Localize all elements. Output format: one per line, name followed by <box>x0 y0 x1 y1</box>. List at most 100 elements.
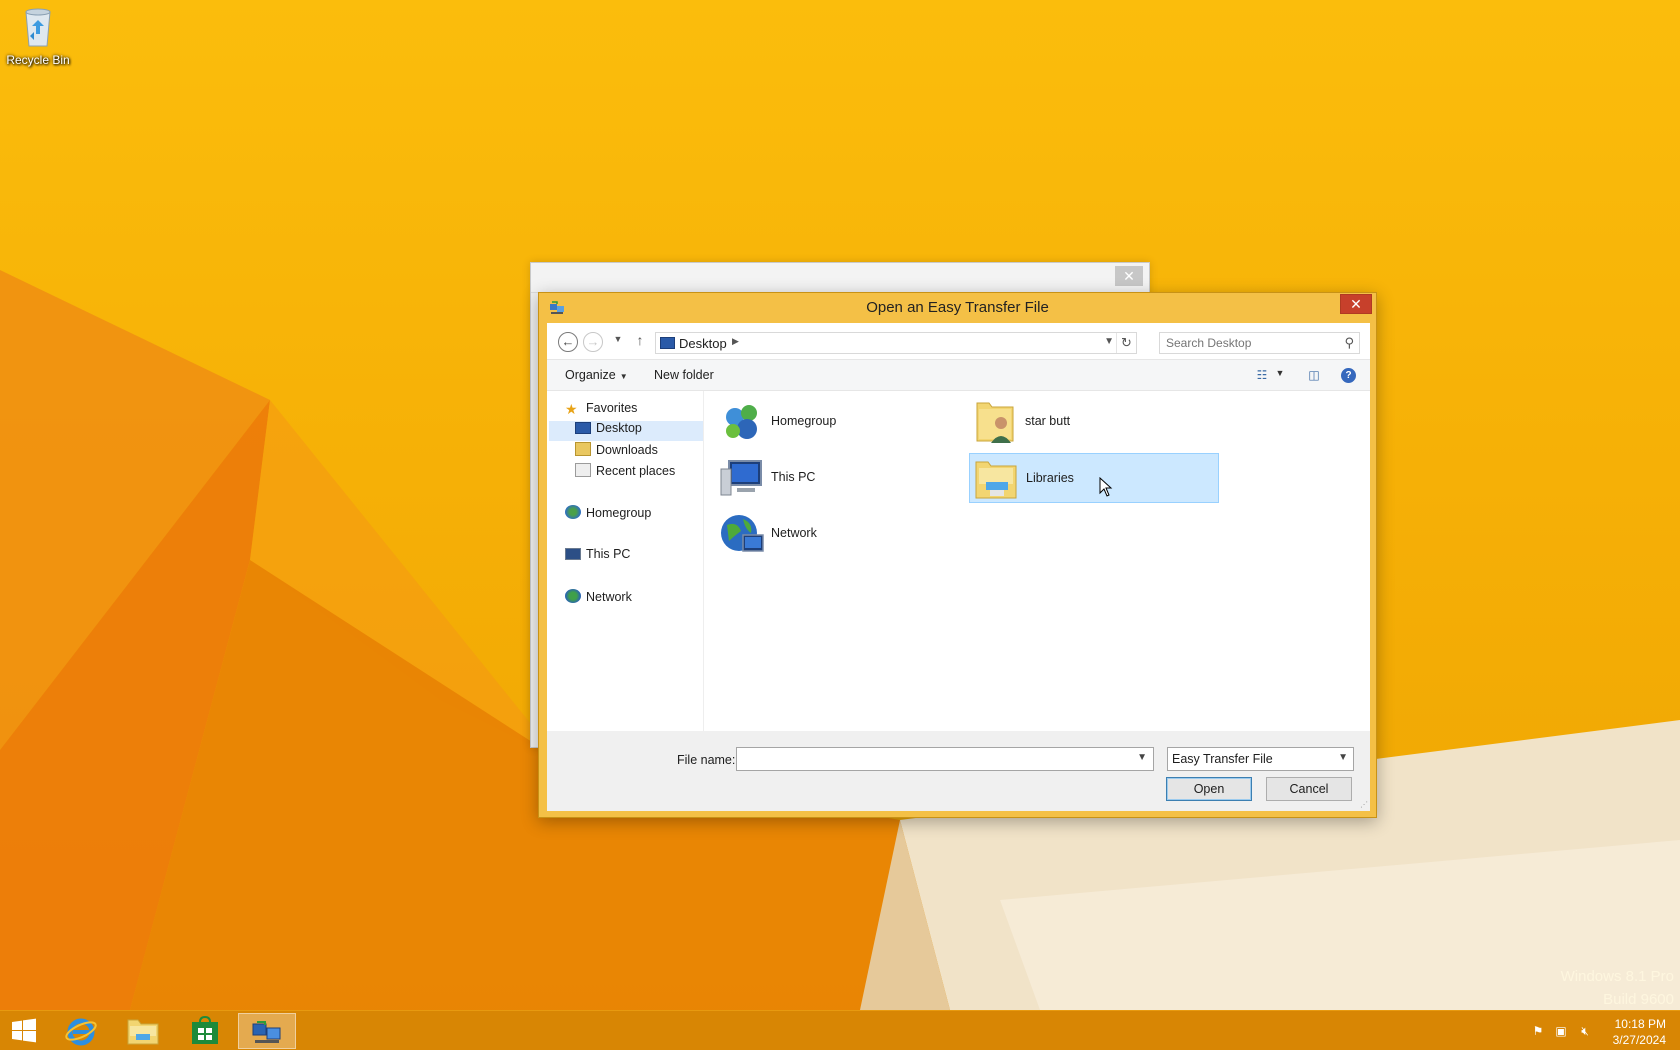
store-bag-icon <box>192 1016 218 1044</box>
up-button[interactable]: ↑ <box>632 332 648 350</box>
file-type-value: Easy Transfer File <box>1172 752 1273 766</box>
view-dropdown-icon[interactable]: ▼ <box>1271 368 1289 384</box>
user-folder-icon <box>976 402 1014 443</box>
volume-muted-icon[interactable]: 🔇︎ <box>1577 1024 1593 1038</box>
desktop-location-icon <box>660 337 675 349</box>
recycle-bin-desktop-icon[interactable]: Recycle Bin <box>4 4 72 67</box>
homegroup-icon <box>565 505 581 519</box>
action-center-flag-icon[interactable]: ⚑ <box>1530 1024 1546 1038</box>
navigation-pane: ★ Favorites Desktop Downloads Recent plac… <box>547 391 704 731</box>
search-box[interactable]: ⚲ <box>1159 332 1360 354</box>
dialog-client-area: ← → ▼ ↑ Desktop ▶ ▼ ↻ ⚲ Organize▼ New fo… <box>547 323 1370 811</box>
file-type-select[interactable]: Easy Transfer File ▼ <box>1167 747 1354 771</box>
address-row: ← → ▼ ↑ Desktop ▶ ▼ ↻ ⚲ <box>547 323 1370 359</box>
search-input[interactable] <box>1166 334 1336 352</box>
dialog-title: Open an Easy Transfer File <box>866 299 1049 316</box>
file-name-input[interactable] <box>741 749 1121 769</box>
computer-icon <box>720 460 762 496</box>
file-item-network[interactable]: Network <box>715 509 965 559</box>
file-item-this-pc[interactable]: This PC <box>715 453 965 503</box>
open-file-dialog: Open an Easy Transfer File ✕ ← → ▼ ↑ Des… <box>538 292 1377 818</box>
organize-label: Organize <box>565 368 616 382</box>
chevron-down-icon: ▼ <box>619 372 628 381</box>
star-icon: ★ <box>565 401 578 417</box>
taskbar-store[interactable] <box>176 1013 234 1049</box>
easy-transfer-icon <box>252 1021 281 1043</box>
file-type-dropdown-icon: ▼ <box>1338 752 1348 763</box>
forward-button[interactable]: → <box>583 332 603 352</box>
dialog-footer: File name: ▼ Easy Transfer File ▼ Open C… <box>547 731 1370 811</box>
file-item-homegroup[interactable]: Homegroup <box>715 397 965 447</box>
recycle-bin-icon <box>25 8 51 47</box>
watermark-edition: Windows 8.1 Pro <box>1560 968 1674 985</box>
file-explorer-icon <box>127 1019 159 1045</box>
address-bar[interactable]: Desktop ▶ ▼ ↻ <box>655 332 1137 354</box>
back-arrow-icon: ← <box>561 334 575 349</box>
windows-logo-icon <box>12 1018 36 1043</box>
recycle-bin-label: Recycle Bin <box>6 53 70 67</box>
address-history-dropdown-icon[interactable]: ▼ <box>1104 336 1114 347</box>
nav-desktop-label: Desktop <box>596 421 642 435</box>
new-folder-button[interactable]: New folder <box>654 368 714 382</box>
nav-this-pc[interactable]: This PC <box>565 547 630 567</box>
preview-pane-icon[interactable]: ◫ <box>1305 368 1323 384</box>
breadcrumb-chevron-icon[interactable]: ▶ <box>732 336 739 347</box>
file-item-star-butt[interactable]: star butt <box>969 397 1219 447</box>
resize-grip-icon[interactable]: ⋰ <box>1360 800 1368 809</box>
computer-icon <box>565 548 581 560</box>
file-name-homegroup: Homegroup <box>771 414 837 428</box>
network-status-icon[interactable]: ▣ <box>1553 1024 1569 1038</box>
nav-homegroup-label: Homegroup <box>586 506 652 520</box>
search-icon: ⚲ <box>1344 335 1354 350</box>
taskbar: ⚑ ▣ 🔇︎ 10:18 PM 3/27/2024 <box>0 1010 1680 1050</box>
taskbar-easy-transfer[interactable] <box>238 1013 296 1049</box>
open-button[interactable]: Open <box>1166 777 1252 801</box>
homegroup-icon <box>726 405 757 439</box>
clock-time: 10:18 PM <box>1614 1017 1666 1031</box>
nav-recent-places-label: Recent places <box>596 464 676 478</box>
file-name-label: File name: <box>677 753 736 767</box>
nav-recent-places[interactable]: Recent places <box>575 463 675 483</box>
taskbar-file-explorer[interactable] <box>114 1013 172 1049</box>
nav-favorites-label: Favorites <box>586 401 638 415</box>
view-options-icon[interactable]: ☷ <box>1253 368 1271 384</box>
dialog-titlebar[interactable]: Open an Easy Transfer File ✕ <box>539 293 1376 323</box>
refresh-button[interactable]: ↻ <box>1116 333 1136 353</box>
easy-transfer-titlebar: ✕ <box>531 263 1149 293</box>
file-name-this-pc: This PC <box>771 470 816 484</box>
nav-homegroup[interactable]: Homegroup <box>565 505 651 525</box>
file-name-combobox[interactable]: ▼ <box>736 747 1154 771</box>
taskbar-internet-explorer[interactable] <box>52 1013 110 1049</box>
desktop-icon <box>575 422 591 434</box>
file-list-view: Homegroup This PC Network star butt Libr… <box>705 391 1370 731</box>
nav-downloads[interactable]: Downloads <box>575 442 658 462</box>
breadcrumb-desktop[interactable]: Desktop <box>679 336 727 351</box>
nav-network[interactable]: Network <box>565 589 632 609</box>
organize-menu[interactable]: Organize ▼ <box>565 368 628 382</box>
taskbar-clock[interactable]: 10:18 PM 3/27/2024 <box>1613 1016 1666 1048</box>
chevron-down-icon: ▼ <box>613 334 623 344</box>
nav-downloads-label: Downloads <box>596 443 658 457</box>
nav-network-label: Network <box>586 590 632 604</box>
back-button[interactable]: ← <box>558 332 578 352</box>
up-arrow-icon: ↑ <box>636 332 644 348</box>
nav-desktop[interactable]: Desktop <box>549 421 703 441</box>
dialog-close-button[interactable]: ✕ <box>1340 294 1372 314</box>
file-name-libraries: Libraries <box>1026 471 1074 485</box>
recent-locations-button[interactable]: ▼ <box>612 334 624 348</box>
cancel-button[interactable]: Cancel <box>1266 777 1352 801</box>
network-icon <box>565 589 581 603</box>
internet-explorer-icon <box>65 1018 97 1046</box>
command-toolbar: Organize ▼ New folder ☷ ▼ ◫ ? <box>547 359 1370 391</box>
file-item-libraries[interactable]: Libraries <box>969 453 1219 503</box>
windows-watermark: Windows 8.1 Pro Build 9600 <box>1561 965 1674 1011</box>
start-button[interactable] <box>0 1013 48 1049</box>
watermark-build: Build 9600 <box>1603 991 1674 1008</box>
nav-favorites[interactable]: ★ Favorites <box>565 401 637 421</box>
help-icon[interactable]: ? <box>1341 368 1356 383</box>
easy-transfer-close-button[interactable]: ✕ <box>1115 266 1143 286</box>
file-name-star-butt: star butt <box>1025 414 1071 428</box>
forward-arrow-icon: → <box>586 334 600 349</box>
file-name-dropdown-icon[interactable]: ▼ <box>1137 752 1147 763</box>
file-name-network: Network <box>771 526 817 540</box>
